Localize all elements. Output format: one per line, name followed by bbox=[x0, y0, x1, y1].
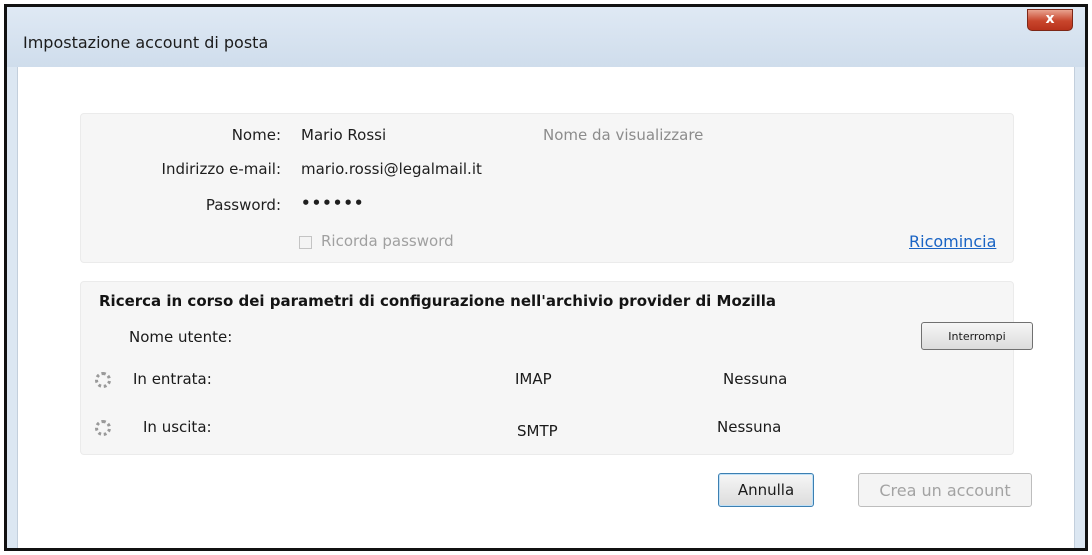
outgoing-protocol: SMTP bbox=[517, 422, 558, 440]
outgoing-label: In uscita: bbox=[143, 418, 212, 436]
remember-password-label[interactable]: Ricorda password bbox=[321, 232, 454, 250]
name-hint: Nome da visualizzare bbox=[543, 126, 704, 144]
outgoing-spinner-icon bbox=[95, 420, 111, 436]
account-setup-window: Impostazione account di posta x Nome: Ma… bbox=[4, 4, 1088, 551]
email-field[interactable]: mario.rossi@legalmail.it bbox=[301, 160, 482, 178]
account-details-group: Nome: Mario Rossi Nome da visualizzare I… bbox=[80, 113, 1014, 263]
name-label: Nome: bbox=[231, 126, 281, 144]
password-field[interactable]: •••••• bbox=[301, 194, 365, 212]
incoming-protocol: IMAP bbox=[515, 370, 552, 388]
name-field[interactable]: Mario Rossi bbox=[301, 126, 386, 144]
config-status-text: Ricerca in corso dei parametri di config… bbox=[99, 292, 777, 310]
password-label: Password: bbox=[205, 196, 281, 214]
incoming-security: Nessuna bbox=[723, 370, 788, 388]
email-label: Indirizzo e-mail: bbox=[161, 160, 281, 178]
close-button[interactable]: x bbox=[1027, 9, 1073, 31]
incoming-spinner-icon bbox=[95, 372, 111, 388]
remember-password-checkbox[interactable] bbox=[299, 236, 312, 249]
title-bar[interactable]: Impostazione account di posta x bbox=[7, 7, 1085, 67]
outgoing-security: Nessuna bbox=[717, 418, 782, 436]
incoming-label: In entrata: bbox=[133, 370, 212, 388]
dialog-content: Nome: Mario Rossi Nome da visualizzare I… bbox=[17, 67, 1075, 548]
restart-link[interactable]: Ricomincia bbox=[909, 232, 996, 251]
close-icon: x bbox=[1045, 11, 1055, 27]
configuration-group: Ricerca in corso dei parametri di config… bbox=[80, 281, 1033, 455]
stop-button[interactable]: Interrompi bbox=[921, 322, 1033, 350]
username-label: Nome utente: bbox=[129, 328, 233, 346]
create-account-button[interactable]: Crea un account bbox=[858, 473, 1032, 507]
window-title: Impostazione account di posta bbox=[23, 33, 269, 52]
cancel-button[interactable]: Annulla bbox=[718, 473, 814, 507]
